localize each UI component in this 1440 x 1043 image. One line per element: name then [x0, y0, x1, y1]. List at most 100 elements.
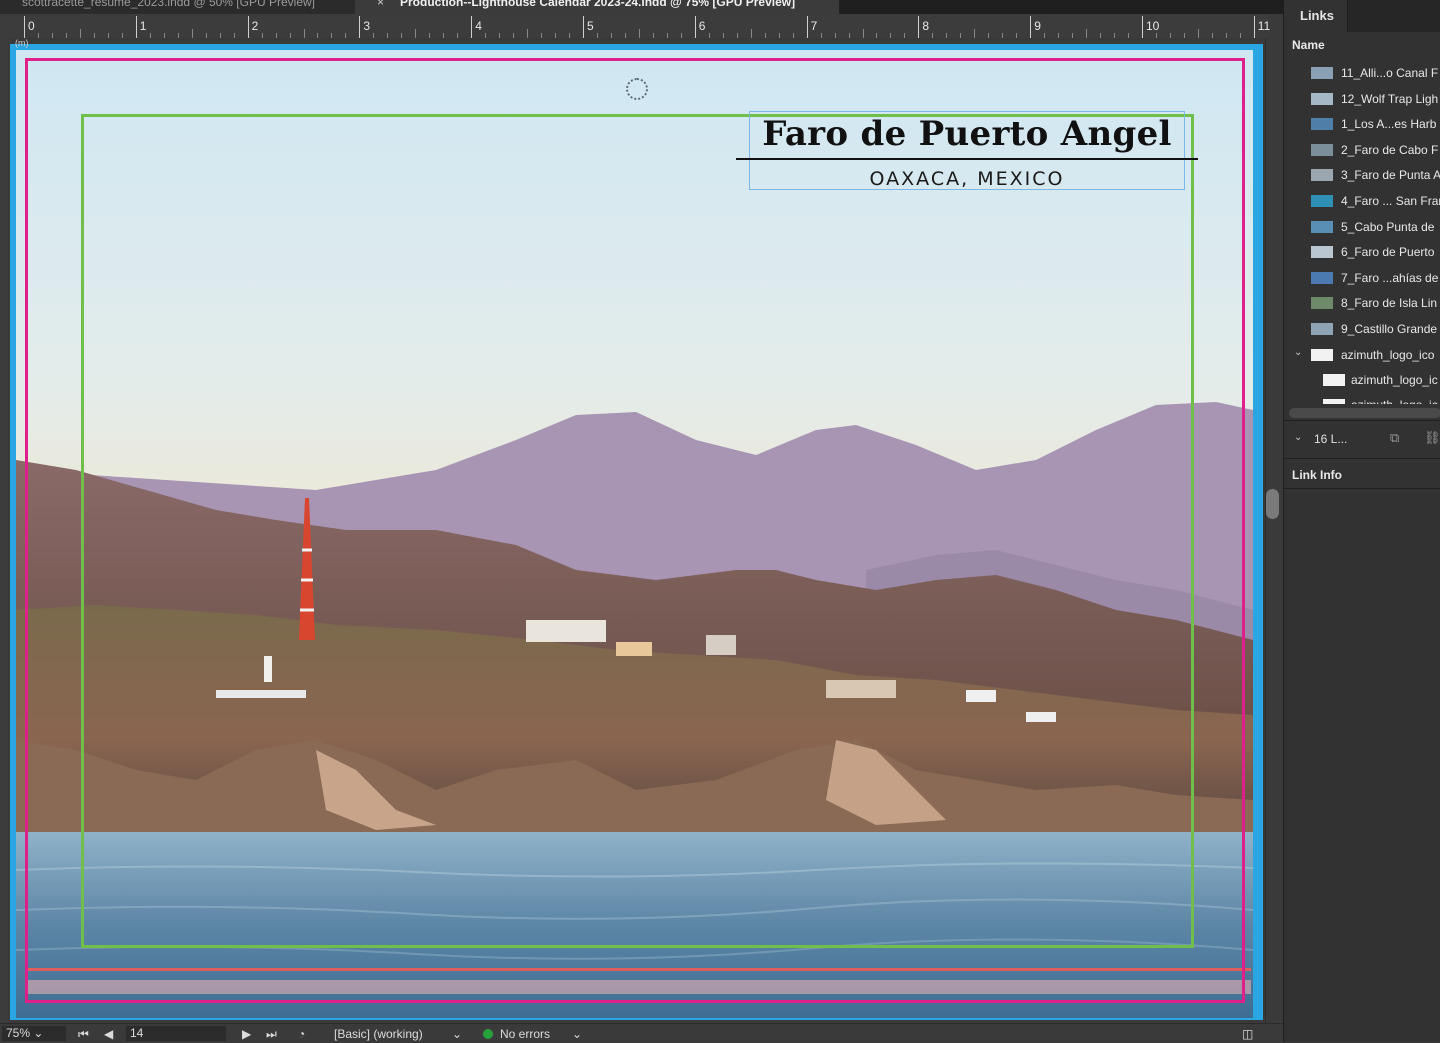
content-grabber-icon[interactable] — [626, 78, 648, 100]
ruler-tick-label: 3 — [363, 19, 371, 33]
link-item[interactable]: 11_Alli...o Canal F — [1284, 60, 1440, 85]
preflight-errors[interactable]: No errors — [500, 1027, 550, 1041]
goto-link-icon[interactable]: ⛓ — [1424, 430, 1440, 446]
link-item[interactable]: 3_Faro de Punta A — [1284, 162, 1440, 187]
link-item[interactable]: 1_Los A...es Harb — [1284, 111, 1440, 136]
tab-calendar-label: Production--Lighthouse Calendar 2023-24.… — [400, 0, 796, 9]
ruler-minor-tick — [415, 29, 417, 38]
tab-links[interactable]: Links — [1284, 0, 1348, 32]
link-name: 8_Faro de Isla Lin — [1341, 296, 1438, 310]
ruler-minor-tick — [79, 29, 81, 38]
ruler-tick-label: 7 — [810, 19, 818, 33]
relink-icon[interactable]: ⧉ — [1390, 430, 1399, 446]
ruler-tick-label: 2 — [251, 19, 259, 33]
ruler-tick: 3 — [359, 16, 370, 38]
ruler-minor-tick — [638, 29, 640, 38]
link-item[interactable]: 2_Faro de Cabo F — [1284, 137, 1440, 162]
vertical-scroll-thumb[interactable] — [1266, 489, 1279, 519]
page-number-field[interactable]: 14 — [126, 1026, 226, 1041]
link-thumbnail — [1311, 67, 1333, 79]
open-page-icon[interactable]: ◔ — [298, 1027, 305, 1041]
link-item[interactable]: 7_Faro ...ahías de — [1284, 265, 1440, 290]
link-item[interactable]: azimuth_logo_ic — [1284, 367, 1440, 392]
ruler-tick-label: 1 — [139, 19, 147, 33]
chevron-down-icon[interactable]: ⌄ — [1294, 432, 1302, 443]
pasteboard[interactable]: (m) Faro de Puerto Angel OAXACA, MEXICO — [8, 38, 1265, 1023]
link-thumbnail — [1311, 272, 1333, 284]
link-thumbnail — [1311, 246, 1333, 258]
split-window-icon[interactable]: ◫ — [1242, 1027, 1253, 1041]
tab-resume-label: scottracette_resume_2023.indd @ 50% [GPU… — [22, 0, 315, 9]
link-item[interactable]: 6_Faro de Puerto — [1284, 239, 1440, 264]
preflight-profile[interactable]: [Basic] (working) — [334, 1027, 423, 1041]
logo-thumbnail — [1323, 374, 1345, 386]
close-tab-icon[interactable]: × — [377, 0, 384, 8]
page-number-value: 14 — [130, 1026, 144, 1040]
link-thumbnail — [1311, 323, 1333, 335]
ruler-tick-label: 8 — [922, 19, 930, 33]
vertical-scrollbar[interactable] — [1265, 38, 1283, 1023]
link-thumbnail — [1311, 297, 1333, 309]
links-horizontal-scrollbar[interactable] — [1289, 408, 1440, 418]
landscape-image — [16, 50, 1253, 1018]
ruler-tick-label: 4 — [475, 19, 482, 33]
first-page-icon[interactable]: ⏮ — [78, 1027, 89, 1042]
prev-page-icon[interactable]: ◀ — [104, 1027, 113, 1041]
ruler-tick: 10 — [1142, 16, 1159, 38]
lighthouse-photo[interactable] — [16, 50, 1253, 1018]
link-item[interactable]: 12_Wolf Trap Ligh — [1284, 86, 1440, 111]
zoom-field[interactable]: 75% ⌄ — [2, 1026, 66, 1041]
preflight-menu-icon[interactable]: ⌄ — [572, 1027, 582, 1041]
ruler-tick: 6 — [694, 16, 705, 38]
ruler-tick: 7 — [806, 16, 817, 38]
ruler-tick: 2 — [247, 16, 258, 38]
link-thumbnail — [1311, 221, 1333, 233]
link-thumbnail — [1311, 144, 1333, 156]
tab-resume[interactable]: scottracette_resume_2023.indd @ 50% [GPU… — [0, 0, 355, 14]
horizontal-ruler[interactable]: 0 1 2 3 4 5 6 7 8 9 10 11 — [0, 14, 1270, 39]
divider — [1284, 420, 1440, 421]
ruler-minor-tick — [303, 29, 305, 38]
title-text-frame[interactable]: Faro de Puerto Angel OAXACA, MEXICO — [736, 111, 1198, 190]
links-count: 16 L... — [1314, 432, 1348, 446]
link-item-group[interactable]: ⌄ azimuth_logo_ico — [1284, 342, 1440, 367]
link-item[interactable]: 4_Faro ... San Fran — [1284, 188, 1440, 213]
ruler-tick-label: 10 — [1146, 19, 1160, 33]
link-item[interactable]: 5_Cabo Punta de — [1284, 214, 1440, 239]
link-item[interactable]: 8_Faro de Isla Lin — [1284, 290, 1440, 315]
ruler-tick: 9 — [1030, 16, 1041, 38]
tab-calendar[interactable]: × Production--Lighthouse Calendar 2023-2… — [355, 0, 839, 14]
divider — [1284, 488, 1440, 489]
logo-thumbnail — [1323, 399, 1345, 404]
link-name: 3_Faro de Punta A — [1341, 168, 1440, 182]
status-bar: 75% ⌄ ⏮ ◀ 14 ▶ ⏭ ◔ [Basic] (working) ⌄ N… — [0, 1023, 1285, 1043]
ruler-tick: 4 — [471, 16, 482, 38]
ruler-tick: 0 — [24, 16, 35, 38]
preflight-status-icon — [483, 1029, 493, 1039]
link-item[interactable]: 9_Castillo Grande — [1284, 316, 1440, 341]
ruler-tick-label: 5 — [587, 19, 594, 33]
last-page-icon[interactable]: ⏭ — [266, 1027, 277, 1042]
ruler-minor-tick — [1197, 29, 1199, 38]
link-name: 6_Faro de Puerto — [1341, 245, 1435, 259]
link-name: 4_Faro ... San Fran — [1341, 194, 1440, 208]
document-tab-bar: scottracette_resume_2023.indd @ 50% [GPU… — [0, 0, 1285, 14]
ruler-minor-tick — [974, 29, 976, 38]
profile-dropdown-icon[interactable]: ⌄ — [452, 1027, 462, 1041]
link-info-header[interactable]: Link Info — [1292, 468, 1342, 482]
logo-thumbnail — [1311, 349, 1333, 361]
ruler-tick: 8 — [918, 16, 929, 38]
link-thumbnail — [1311, 118, 1333, 130]
ruler-tick: 11 — [1253, 16, 1270, 38]
zoom-value: 75% — [6, 1026, 31, 1040]
link-name: 12_Wolf Trap Ligh — [1341, 92, 1439, 106]
link-name: 2_Faro de Cabo F — [1341, 143, 1439, 157]
link-thumbnail — [1311, 195, 1333, 207]
ruler-minor-tick — [750, 29, 752, 38]
link-name: azimuth_logo_ico — [1341, 348, 1435, 362]
column-header-name[interactable]: Name — [1292, 38, 1325, 52]
ruler-minor-tick — [862, 29, 864, 38]
chevron-down-icon[interactable]: ⌄ — [1294, 347, 1302, 358]
next-page-icon[interactable]: ▶ — [242, 1027, 251, 1041]
link-item[interactable]: azimuth_logo_ic — [1284, 392, 1440, 404]
